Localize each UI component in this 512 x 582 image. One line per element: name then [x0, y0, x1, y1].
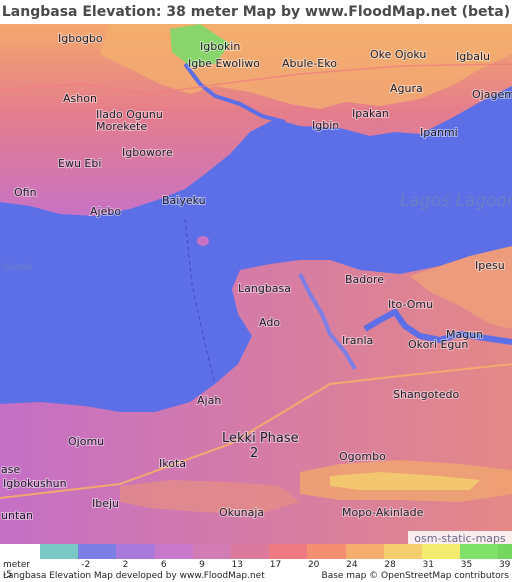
place-label: Ewu Ebi — [58, 157, 101, 170]
legend-swatch — [307, 544, 347, 559]
legend-tick-label: 28 — [384, 560, 396, 570]
place-label: Igbe Ewoliwo — [188, 57, 260, 70]
legend-swatch — [345, 544, 385, 559]
footer-attribution: Base map © OpenStreetMap contributors — [321, 571, 509, 581]
place-label: Ipakan — [352, 107, 389, 120]
place-label: 2 — [250, 446, 258, 461]
legend-tick-label: 31 — [422, 560, 434, 570]
place-label: untan — [1, 509, 33, 522]
legend-swatch — [383, 544, 423, 559]
place-label: ase — [1, 463, 20, 476]
place-label: Ajah — [197, 394, 221, 407]
legend-swatch — [231, 544, 270, 559]
legend-swatch — [269, 544, 308, 559]
legend-swatch — [78, 544, 117, 559]
footer-credit: Langbasa Elevation Map developed by www.… — [3, 571, 265, 581]
lagoon-label: Lagos Lagoon — [400, 191, 512, 211]
place-label: Ogombo — [339, 450, 386, 463]
legend-swatch — [40, 544, 79, 559]
place-label: Okunaja — [219, 506, 264, 519]
legend-swatch — [422, 544, 461, 559]
place-label: Ashon — [63, 92, 97, 105]
legend-tick-label: 9 — [199, 560, 205, 570]
place-label: Igbokin — [200, 40, 240, 53]
place-label: Ibeju — [92, 497, 119, 510]
place-label: Igbokushun — [3, 477, 67, 490]
place-label: Ojagemo — [472, 88, 512, 101]
place-label: Iranla — [342, 334, 373, 347]
legend-tick-label: 39 — [498, 560, 511, 570]
legend-tick-label: 6 — [160, 560, 167, 570]
legend-tick-label: 24 — [346, 560, 358, 570]
place-label: Shangotedo — [393, 388, 459, 401]
map-title: Langbasa Elevation: 38 meter Map by www.… — [1, 4, 511, 20]
legend-swatch — [498, 544, 512, 559]
place-label: Agura — [390, 82, 423, 95]
lagoon-islet — [197, 236, 209, 246]
title-bar: Langbasa Elevation: 38 meter Map by www.… — [0, 0, 512, 24]
legend-tick-label: 2 — [122, 560, 129, 570]
place-label: Igbowore — [122, 146, 173, 159]
place-label: Ajebo — [90, 205, 121, 218]
place-label: Morekete — [96, 120, 147, 133]
place-label: Ipesu — [475, 259, 505, 272]
map-canvas[interactable]: Lagos Lagoon Island Igbogbo Igbokin Igbe… — [0, 24, 512, 544]
place-label: Igbin — [312, 119, 339, 132]
place-label: Ojomu — [68, 435, 104, 448]
place-label: Ado — [259, 316, 280, 329]
legend-tick-label: 17 — [269, 560, 282, 570]
legend-tick-label: -2 — [81, 560, 91, 570]
legend-swatch — [460, 544, 499, 559]
island-label: Island — [2, 262, 32, 273]
osm-static-maps-tag: osm-static-maps — [408, 531, 512, 544]
place-label: Langbasa — [238, 282, 291, 295]
legend-tick-label: 35 — [460, 560, 473, 570]
legend-tick-label: 13 — [231, 560, 243, 570]
place-label: Mopo-Akinlade — [342, 506, 424, 519]
place-label: Baiyeku — [162, 194, 206, 207]
elevation-legend: meter -5 -2 2 6 9 13 17 20 24 28 31 35 39 Langbasa El… — [0, 544, 512, 582]
legend-swatch — [154, 544, 194, 559]
place-label: Abule-Eko — [282, 57, 337, 70]
place-label: Okori Egun — [408, 338, 468, 351]
place-label: Igbalu — [456, 50, 490, 63]
place-label: Ikota — [159, 457, 186, 470]
legend-swatch — [192, 544, 232, 559]
place-label: Badore — [345, 273, 384, 286]
place-label: Oke Ojoku — [370, 48, 426, 61]
place-label: Igbogbo — [58, 32, 103, 45]
legend-swatch — [116, 544, 156, 559]
place-label: Ipanmi — [420, 126, 458, 139]
elevation-map[interactable]: Lagos Lagoon Island Igbogbo Igbokin Igbe… — [0, 24, 512, 544]
place-label: Ofin — [14, 186, 37, 199]
place-label: Ito-Omu — [388, 298, 433, 311]
place-label: Lekki Phase — [222, 431, 299, 446]
legend-tick-label: 20 — [307, 560, 320, 570]
